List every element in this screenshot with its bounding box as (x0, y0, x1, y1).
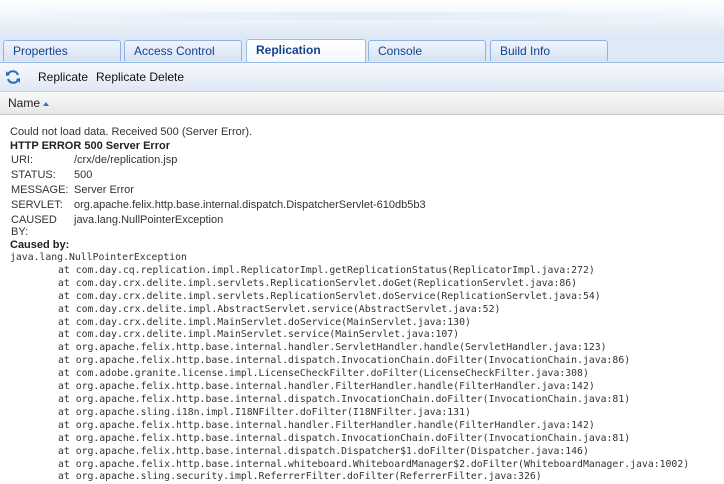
replicate-button[interactable]: Replicate (38, 69, 88, 85)
caused-by-heading: Caused by: (10, 239, 70, 251)
detail-key: CAUSED BY: (11, 214, 57, 238)
detail-key: SERVLET: (11, 199, 63, 211)
tab-properties[interactable]: Properties (3, 40, 121, 61)
stack-frame: at com.day.crx.delite.impl.servlets.Repl… (58, 277, 578, 289)
stack-frame: at org.apache.felix.http.base.internal.h… (58, 419, 595, 431)
top-banner (0, 0, 724, 38)
grid-header: Name (0, 92, 724, 115)
tab-replication[interactable]: Replication (246, 39, 366, 62)
stack-frame: at org.apache.felix.http.base.internal.w… (58, 458, 690, 470)
detail-value: Server Error (74, 184, 134, 196)
detail-row-status: STATUS: 500 (11, 169, 426, 184)
stack-frame: at org.apache.felix.http.base.internal.d… (58, 445, 589, 457)
stack-frame: at com.day.cq.replication.impl.Replicato… (58, 264, 595, 276)
column-header-name[interactable]: Name (8, 96, 50, 110)
column-header-label: Name (8, 96, 41, 110)
detail-row-servlet: SERVLET: org.apache.felix.http.base.inter… (11, 199, 426, 214)
error-panel: Could not load data. Received 500 (Serve… (10, 125, 724, 484)
detail-value: java.lang.NullPointerException (74, 214, 224, 226)
stack-frame: at org.apache.felix.http.base.internal.h… (58, 381, 595, 393)
stack-trace: java.lang.NullPointerException at com.day… (10, 252, 724, 484)
sort-ascending-icon (43, 102, 50, 106)
banner-stripe (0, 12, 724, 20)
detail-value: 500 (74, 169, 93, 181)
stack-frame: at org.apache.felix.http.base.internal.d… (58, 355, 631, 367)
detail-row-uri: URI: /crx/de/replication.jsp (11, 154, 426, 169)
stack-frame: at com.adobe.granite.license.impl.Licens… (58, 368, 589, 380)
detail-key: STATUS: (11, 169, 56, 181)
detail-value: /crx/de/replication.jsp (74, 154, 178, 166)
tab-bar: Properties Access Control Replication Co… (0, 38, 724, 63)
tab-build-info[interactable]: Build Info (490, 40, 608, 61)
error-details: URI: /crx/de/replication.jsp STATUS: 500 M… (11, 154, 426, 238)
stack-frame: at org.apache.felix.http.base.internal.d… (58, 432, 631, 444)
detail-row-message: MESSAGE: Server Error (11, 184, 426, 199)
detail-key: URI: (11, 154, 33, 166)
replicate-delete-button[interactable]: Replicate Delete (96, 69, 184, 85)
exception-line: java.lang.NullPointerException (10, 252, 187, 263)
detail-key: MESSAGE: (11, 184, 69, 196)
stack-frame: at org.apache.felix.http.base.internal.h… (58, 342, 607, 354)
detail-row-caused-by: CAUSED BY: java.lang.NullPointerException (11, 214, 426, 238)
detail-value: org.apache.felix.http.base.internal.disp… (74, 199, 426, 211)
stack-frame: at com.day.crx.delite.impl.AbstractServl… (58, 303, 501, 315)
stack-frame: at com.day.crx.delite.impl.MainServlet.s… (58, 329, 460, 341)
toolbar: Replicate Replicate Delete (0, 63, 724, 92)
error-title: HTTP ERROR 500 Server Error (10, 140, 170, 152)
stack-frame: at com.day.crx.delite.impl.MainServlet.d… (58, 316, 471, 328)
stack-frame: at org.apache.sling.i18n.impl.I18NFilter… (58, 406, 471, 418)
error-message: Could not load data. Received 500 (Serve… (10, 126, 253, 138)
tab-access-control[interactable]: Access Control (124, 40, 242, 61)
stack-frame: at org.apache.felix.http.base.internal.d… (58, 393, 631, 405)
stack-frame: at com.day.crx.delite.impl.servlets.Repl… (58, 290, 601, 302)
refresh-icon[interactable] (5, 69, 21, 85)
tab-console[interactable]: Console (368, 40, 486, 61)
